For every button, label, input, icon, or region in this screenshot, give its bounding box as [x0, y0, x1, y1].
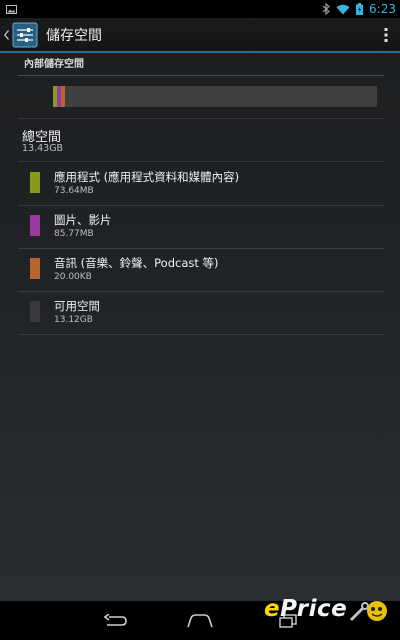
color-swatch — [30, 172, 40, 193]
action-bar: 儲存空間 — [0, 18, 400, 53]
watermark-logo-text: Price — [280, 596, 348, 622]
color-swatch — [30, 258, 40, 279]
storage-usage-bar — [53, 86, 377, 107]
storage-item-label: 圖片、影片 — [54, 213, 112, 227]
battery-icon — [356, 3, 364, 15]
storage-item-value: 73.64MB — [54, 186, 94, 196]
clock: 6:23 — [369, 2, 396, 16]
storage-item-label: 可用空間 — [54, 299, 100, 313]
divider — [18, 118, 384, 119]
settings-sliders-icon[interactable] — [12, 22, 38, 48]
back-icon[interactable] — [97, 609, 133, 633]
image-notification-icon — [6, 4, 17, 14]
watermark-logo-e: e — [264, 596, 281, 622]
storage-item-audio[interactable]: 音訊 (音樂、鈴聲、Podcast 等) 20.00KB — [18, 248, 384, 291]
divider — [18, 334, 384, 335]
storage-item-value: 85.77MB — [54, 229, 94, 239]
status-bar: 6:23 — [0, 0, 400, 18]
storage-item-available[interactable]: 可用空間 13.12GB — [18, 291, 384, 334]
bluetooth-icon — [322, 3, 330, 15]
storage-item-value: 13.12GB — [54, 315, 93, 325]
watermark-logo: ePrice — [264, 596, 391, 622]
section-header: 內部儲存空間 — [18, 58, 384, 76]
storage-item-pictures-videos[interactable]: 圖片、影片 85.77MB — [18, 205, 384, 248]
chevron-left-icon[interactable] — [1, 17, 11, 52]
storage-item-label: 音訊 (音樂、鈴聲、Podcast 等) — [54, 256, 219, 270]
usage-segment-free — [65, 86, 377, 107]
mascot-icon — [350, 600, 388, 621]
overflow-menu-icon[interactable] — [372, 17, 400, 52]
storage-item-apps[interactable]: 應用程式 (應用程式資料和媒體內容) 73.64MB — [18, 162, 384, 205]
color-swatch — [30, 215, 40, 236]
storage-content: 內部儲存空間 總空間 13.43GB 應用程式 (應用程式資料和媒體內容) 73… — [0, 53, 400, 601]
color-swatch — [30, 301, 40, 322]
total-space-value: 13.43GB — [22, 143, 64, 154]
storage-item-label: 應用程式 (應用程式資料和媒體內容) — [54, 170, 240, 184]
wifi-icon — [336, 4, 350, 15]
home-icon[interactable] — [182, 609, 218, 633]
page-title: 儲存空間 — [46, 27, 102, 44]
storage-item-value: 20.00KB — [54, 272, 92, 282]
